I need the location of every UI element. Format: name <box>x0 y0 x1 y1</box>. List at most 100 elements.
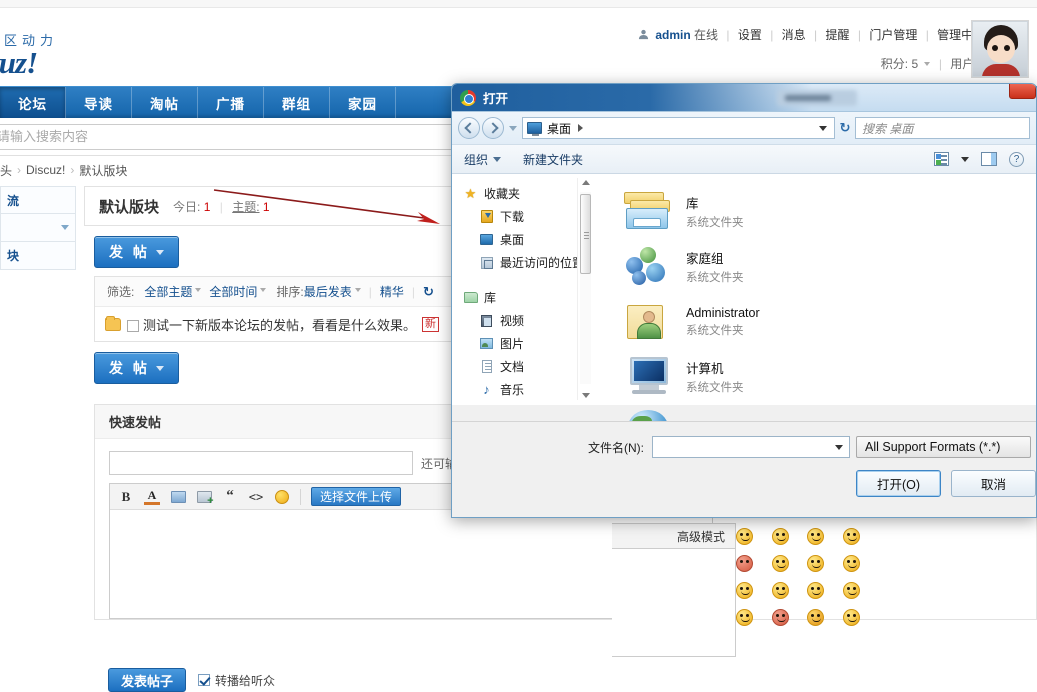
refresh-icon[interactable]: ↻ <box>423 284 434 300</box>
breadcrumb-item-1[interactable]: Discuz! <box>26 163 65 177</box>
cancel-button[interactable]: 取消 <box>951 470 1036 497</box>
filter-topic[interactable]: 全部主题 <box>144 283 192 300</box>
sidebar-cell-1[interactable]: 流 <box>0 186 76 214</box>
nav-item-videos[interactable]: 视频 <box>462 309 592 332</box>
emoji-grin[interactable] <box>807 528 824 545</box>
nav-item-home[interactable]: 家园 <box>330 87 396 118</box>
nav-item-guide[interactable]: 导读 <box>66 87 132 118</box>
breadcrumb-item-0[interactable]: 头 <box>0 162 12 179</box>
emoji-bigsmile[interactable] <box>842 582 860 599</box>
emoji-confused[interactable] <box>771 528 789 545</box>
sidebar-cell-2[interactable]: 块 <box>0 242 76 270</box>
nav-item-desktop[interactable]: 桌面 <box>462 228 592 251</box>
dialog-search-input[interactable]: 搜索 桌面 <box>855 117 1030 139</box>
chevron-down-icon[interactable] <box>961 156 969 162</box>
list-item[interactable]: Administrator 系统文件夹 <box>620 294 1036 349</box>
image-icon[interactable] <box>170 489 186 505</box>
emoji-laugh[interactable] <box>736 582 753 599</box>
breadcrumb-arrow-icon[interactable] <box>578 124 584 132</box>
emoji-love[interactable] <box>842 555 860 572</box>
list-item[interactable]: 库 系统文件夹 <box>620 184 1036 239</box>
font-color-icon[interactable]: A <box>144 489 160 505</box>
organize-button[interactable]: 组织 <box>464 151 502 168</box>
bold-icon[interactable]: B <box>118 489 134 505</box>
user-link-settings[interactable]: 设置 <box>738 28 762 42</box>
emoji-mad[interactable] <box>807 609 824 626</box>
emoji-cry[interactable] <box>842 528 860 545</box>
link-icon[interactable] <box>196 489 214 507</box>
breadcrumb-item-2[interactable]: 默认版块 <box>79 162 127 179</box>
preview-pane-icon[interactable] <box>981 152 997 166</box>
thread-checkbox[interactable] <box>127 320 139 332</box>
nav-item-forum[interactable]: 论坛 <box>0 87 66 118</box>
chevron-down-icon[interactable] <box>835 444 843 450</box>
nav-item-pictures[interactable]: 图片 <box>462 332 592 355</box>
submit-post-button[interactable]: 发表帖子 <box>108 668 187 692</box>
emoji-picker <box>736 528 866 626</box>
back-arrow-icon[interactable] <box>458 117 480 139</box>
emoji-tongue[interactable] <box>807 555 824 572</box>
sort-value[interactable]: 最后发表 <box>304 283 352 300</box>
code-icon[interactable]: <> <box>248 489 264 505</box>
forward-arrow-icon[interactable] <box>482 117 504 139</box>
nav-item-music[interactable]: ♪ 音乐 <box>462 378 592 401</box>
thread-title[interactable]: 测试一下新版本论坛的发帖，看看是什么效果。 <box>143 315 416 334</box>
close-icon[interactable] <box>1009 84 1036 99</box>
address-bar[interactable]: 桌面 <box>522 117 835 139</box>
new-folder-button[interactable]: 新建文件夹 <box>523 151 583 168</box>
open-button[interactable]: 打开(O) <box>856 470 941 497</box>
user-link-portal-admin[interactable]: 门户管理 <box>869 28 917 42</box>
emoji-dizzy[interactable] <box>842 609 860 626</box>
emoji-rolleyes[interactable] <box>771 555 789 572</box>
breadcrumb-separator: › <box>70 163 75 177</box>
nav-pane-scrollbar[interactable] <box>577 178 592 400</box>
nav-item-downloads[interactable]: 下载 <box>462 205 592 228</box>
new-post-button-top[interactable]: 发 帖 <box>94 236 179 268</box>
sidebar-dropdown-cell[interactable] <box>0 214 76 242</box>
nav-item-broadcast[interactable]: 广播 <box>198 87 264 118</box>
emoji-embarrassed[interactable] <box>771 609 789 626</box>
advanced-mode-link[interactable]: 高级模式 <box>612 523 736 549</box>
quote-icon[interactable]: “ <box>222 488 238 505</box>
new-post-button-bottom[interactable]: 发 帖 <box>94 352 179 384</box>
user-link-messages[interactable]: 消息 <box>782 28 806 42</box>
chevron-down-icon[interactable] <box>924 62 931 66</box>
emoji-shy[interactable] <box>736 609 753 626</box>
scroll-down-icon[interactable] <box>582 393 590 398</box>
broadcast-checkbox[interactable] <box>198 674 211 686</box>
site-logo[interactable]: 社区动力 cuz! <box>0 30 136 81</box>
filename-field[interactable] <box>652 436 850 458</box>
help-icon[interactable]: ? <box>1009 151 1024 167</box>
recent-icon <box>478 256 495 269</box>
refresh-icon[interactable]: ↻ <box>835 120 855 136</box>
nav-item-recent-places[interactable]: 最近访问的位置 <box>462 251 592 274</box>
username[interactable]: admin <box>655 28 690 42</box>
chevron-down-icon[interactable] <box>509 125 517 131</box>
chevron-down-icon[interactable] <box>819 125 827 131</box>
emoji-smile[interactable] <box>736 528 753 545</box>
dialog-titlebar[interactable]: 打开 <box>452 84 1036 112</box>
filter-time[interactable]: 全部时间 <box>209 283 257 300</box>
emoji-sweat[interactable] <box>771 582 789 599</box>
nav-item-favorites[interactable]: ★ 收藏夹 <box>462 182 592 205</box>
nav-item-documents[interactable]: 文档 <box>462 355 592 378</box>
subject-input[interactable] <box>109 451 413 475</box>
scroll-up-icon[interactable] <box>582 180 590 185</box>
scrollbar-thumb[interactable] <box>580 194 591 274</box>
nav-item-group[interactable]: 群组 <box>264 87 330 118</box>
filename-input[interactable] <box>653 437 829 457</box>
emoji-angry-red[interactable] <box>736 555 753 572</box>
nav-item-collection[interactable]: 淘帖 <box>132 87 198 118</box>
user-link-notices[interactable]: 提醒 <box>826 28 850 42</box>
avatar[interactable] <box>971 20 1029 78</box>
nav-item-libraries[interactable]: 库 <box>462 286 592 309</box>
filter-digest[interactable]: 精华 <box>380 283 404 300</box>
search-placeholder: 搜索 桌面 <box>862 121 914 136</box>
list-item[interactable]: 计算机 系统文件夹 <box>620 349 1036 404</box>
file-type-select[interactable]: All Support Formats (*.*) <box>856 436 1031 458</box>
view-options-icon[interactable] <box>934 152 949 166</box>
list-item[interactable]: 家庭组 系统文件夹 <box>620 239 1036 294</box>
smiley-icon[interactable] <box>274 489 290 505</box>
emoji-toothy[interactable] <box>807 582 824 599</box>
upload-file-button[interactable]: 选择文件上传 <box>311 487 402 506</box>
